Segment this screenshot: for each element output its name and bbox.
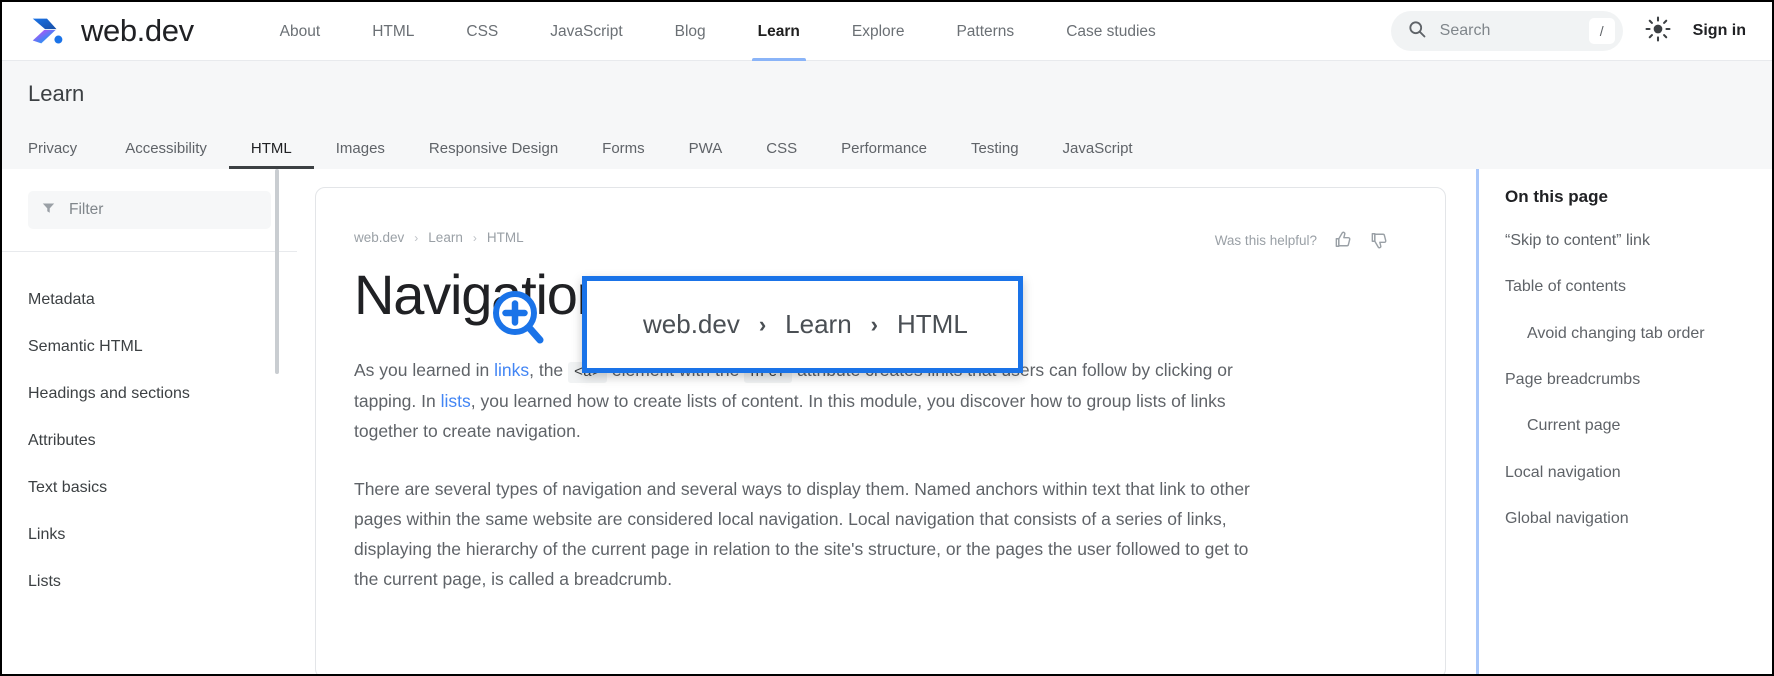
section-header: Learn Privacy Accessibility HTML Images … (2, 61, 1772, 169)
tab-css[interactable]: CSS (744, 140, 819, 169)
search-input[interactable]: Search / (1391, 11, 1623, 51)
tab-performance[interactable]: Performance (819, 140, 949, 169)
breadcrumb: web.dev › Learn › HTML (354, 230, 524, 245)
body-paragraph-2: There are several types of navigation an… (354, 474, 1259, 594)
search-shortcut-badge: / (1589, 18, 1615, 44)
sidebar-item-text-basics[interactable]: Text basics (2, 464, 297, 511)
zoom-crumb-learn: Learn (785, 309, 852, 340)
sidebar-item-headings-and-sections[interactable]: Headings and sections (2, 370, 297, 417)
chevron-right-icon: › (414, 231, 418, 245)
tab-html[interactable]: HTML (229, 140, 314, 169)
feedback-label: Was this helpful? (1215, 233, 1317, 248)
filter-input[interactable]: Filter (28, 191, 271, 229)
browser-page: web.dev About HTML CSS JavaScript Blog L… (0, 0, 1774, 676)
sidebar-scrollbar[interactable] (275, 169, 279, 374)
nav-item-css[interactable]: CSS (440, 2, 524, 61)
toc-item-avoid-changing-tab-order[interactable]: Avoid changing tab order (1505, 322, 1752, 346)
toc-item-page-breadcrumbs[interactable]: Page breadcrumbs (1505, 368, 1752, 392)
header-actions: Search / Sign in (1391, 11, 1746, 51)
main-layout: Filter Metadata Semantic HTML Headings a… (2, 169, 1772, 676)
sign-in-button[interactable]: Sign in (1693, 22, 1746, 40)
tab-testing[interactable]: Testing (949, 140, 1041, 169)
toc-item-skip-to-content-link[interactable]: “Skip to content” link (1505, 229, 1752, 253)
inline-link-lists[interactable]: lists (441, 391, 471, 411)
breadcrumb-item-webdev[interactable]: web.dev (354, 230, 404, 245)
tab-pwa[interactable]: PWA (667, 140, 745, 169)
nav-item-case-studies[interactable]: Case studies (1040, 2, 1182, 61)
inline-link-links[interactable]: links (494, 360, 529, 380)
feedback-widget: Was this helpful? (1215, 230, 1389, 250)
sidebar-list: Metadata Semantic HTML Headings and sect… (2, 252, 297, 605)
nav-item-patterns[interactable]: Patterns (930, 2, 1040, 61)
section-title: Learn (28, 81, 1746, 107)
nav-item-explore[interactable]: Explore (826, 2, 931, 61)
tab-forms[interactable]: Forms (580, 140, 667, 169)
filter-placeholder: Filter (69, 201, 103, 219)
sidebar-item-attributes[interactable]: Attributes (2, 417, 297, 464)
zoom-crumb-html: HTML (897, 309, 968, 340)
card-header-row: web.dev › Learn › HTML Was this helpful? (354, 230, 1389, 250)
nav-item-blog[interactable]: Blog (649, 2, 732, 61)
thumbs-down-icon[interactable] (1369, 230, 1389, 250)
sun-icon (1645, 16, 1671, 47)
zoom-crumb-webdev: web.dev (643, 309, 740, 340)
search-placeholder: Search (1440, 22, 1589, 40)
main-navigation: About HTML CSS JavaScript Blog Learn Exp… (254, 2, 1182, 61)
toc-item-current-page[interactable]: Current page (1505, 414, 1752, 438)
tab-responsive-design[interactable]: Responsive Design (407, 140, 580, 169)
nav-item-html[interactable]: HTML (346, 2, 440, 61)
tab-javascript[interactable]: JavaScript (1041, 140, 1155, 169)
sidebar-item-semantic-html[interactable]: Semantic HTML (2, 323, 297, 370)
site-brand[interactable]: web.dev (28, 12, 194, 50)
chevron-right-icon: › (473, 231, 477, 245)
section-tabs: Privacy Accessibility HTML Images Respon… (28, 127, 1746, 169)
toc-item-local-navigation[interactable]: Local navigation (1505, 461, 1752, 485)
sidebar-item-metadata[interactable]: Metadata (2, 276, 297, 323)
thumbs-up-icon[interactable] (1333, 230, 1353, 250)
content-card: web.dev › Learn › HTML Was this helpful? (315, 187, 1446, 676)
nav-item-about[interactable]: About (254, 2, 347, 61)
tab-privacy[interactable]: Privacy (28, 140, 103, 169)
sidebar-item-links[interactable]: Links (2, 511, 297, 558)
brand-name: web.dev (81, 13, 194, 49)
sidebar-item-lists[interactable]: Lists (2, 558, 297, 605)
search-icon (1407, 19, 1427, 44)
toc-item-table-of-contents[interactable]: Table of contents (1505, 275, 1752, 299)
chevron-right-icon: › (759, 312, 766, 338)
zoom-callout-box: web.dev › Learn › HTML (582, 276, 1023, 373)
nav-item-learn[interactable]: Learn (732, 2, 826, 61)
breadcrumb-item-learn[interactable]: Learn (428, 230, 463, 245)
paragraph-text: , you learned how to create lists of con… (354, 391, 1226, 441)
toc-item-global-navigation[interactable]: Global navigation (1505, 507, 1752, 531)
left-sidebar: Filter Metadata Semantic HTML Headings a… (2, 169, 297, 676)
filter-wrapper: Filter (2, 191, 297, 229)
webdev-logo-icon (28, 12, 66, 50)
tab-images[interactable]: Images (314, 140, 407, 169)
magnifier-zoom-in-icon (492, 290, 548, 346)
nav-item-javascript[interactable]: JavaScript (524, 2, 648, 61)
paragraph-text: As you learned in (354, 360, 494, 380)
content-column: web.dev › Learn › HTML Was this helpful? (297, 169, 1476, 676)
tab-accessibility[interactable]: Accessibility (103, 140, 229, 169)
on-this-page-toc: On this page “Skip to content” link Tabl… (1476, 169, 1772, 676)
toc-title: On this page (1505, 187, 1752, 207)
zoom-callout-breadcrumb: web.dev › Learn › HTML (643, 309, 968, 340)
breadcrumb-item-html[interactable]: HTML (487, 230, 524, 245)
paragraph-text: , the (529, 360, 568, 380)
site-header: web.dev About HTML CSS JavaScript Blog L… (2, 2, 1772, 61)
chevron-right-icon: › (871, 312, 878, 338)
theme-toggle-button[interactable] (1645, 16, 1671, 47)
funnel-icon (42, 201, 55, 219)
